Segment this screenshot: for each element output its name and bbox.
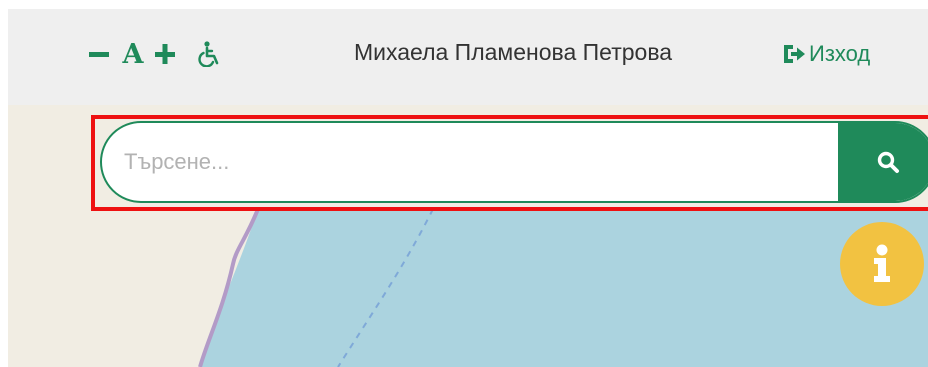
top-header: A Михаела Пламенова Петрова Изход — [8, 9, 928, 105]
wheelchair-icon — [198, 41, 219, 67]
search-bar — [100, 121, 928, 203]
accessibility-toolbar: A — [86, 36, 224, 72]
search-icon — [877, 151, 899, 173]
map-water — [200, 209, 928, 367]
minus-icon — [89, 52, 109, 57]
search-button[interactable] — [838, 123, 928, 201]
logout-label: Изход — [809, 41, 871, 66]
decrease-font-button[interactable] — [86, 39, 112, 69]
search-input[interactable] — [102, 123, 838, 201]
plus-icon — [155, 44, 175, 64]
accessibility-button[interactable] — [196, 39, 224, 69]
font-size-label: A — [122, 38, 144, 70]
info-icon — [874, 244, 890, 282]
increase-font-button[interactable] — [152, 39, 178, 69]
user-name[interactable]: Михаела Пламенова Петрова — [354, 39, 672, 66]
sign-out-icon — [784, 45, 805, 63]
logout-link[interactable]: Изход — [781, 37, 870, 71]
info-button[interactable] — [840, 222, 924, 306]
app-viewport: A Михаела Пламенова Петрова Изход — [8, 9, 928, 367]
